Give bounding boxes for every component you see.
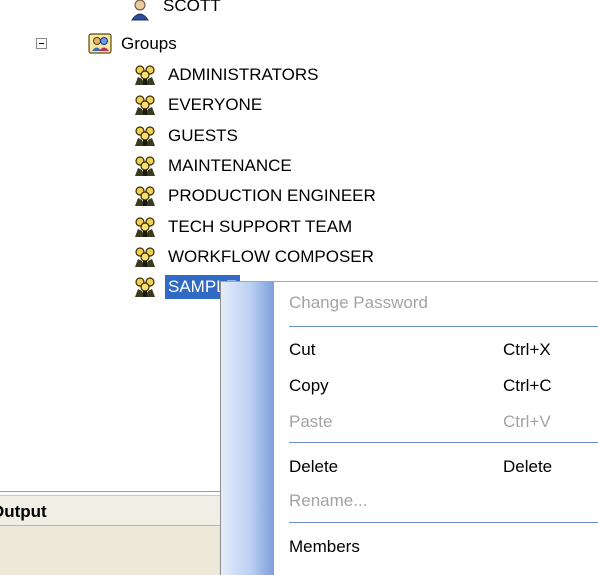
menu-item-label: Delete: [289, 457, 339, 476]
tree-item-label: ADMINISTRATORS: [168, 65, 319, 84]
group-icon: [133, 275, 157, 299]
menu-item-shortcut: Ctrl+X: [503, 340, 551, 359]
menu-item-label: Paste: [289, 412, 333, 431]
group-icon: [133, 245, 157, 269]
tree-item-group[interactable]: GUESTS: [133, 122, 241, 150]
menu-item-label: Cut: [289, 340, 316, 359]
menu-separator: [289, 442, 598, 443]
menu-item-members[interactable]: Members: [274, 529, 598, 565]
menu-item-label: Copy: [289, 376, 329, 395]
menu-item-copy[interactable]: Copy Ctrl+C: [274, 368, 598, 404]
user-icon: [128, 0, 152, 22]
tree-item-label: PRODUCTION ENGINEER: [168, 186, 376, 206]
menu-separator: [289, 326, 598, 327]
menu-item-label: Change Password: [289, 293, 428, 312]
tree-item-group[interactable]: MAINTENANCE: [133, 152, 295, 180]
group-icon: [133, 93, 157, 117]
menu-item-delete[interactable]: Delete Delete: [274, 449, 598, 485]
tree-item-label: GUESTS: [168, 125, 238, 145]
menu-item-rename[interactable]: Rename...: [274, 483, 598, 519]
tree-item-group[interactable]: WORKFLOW COMPOSER: [133, 243, 377, 271]
menu-item-label: Rename...: [289, 491, 368, 510]
tree-item-label: Groups: [121, 34, 177, 53]
groups-collapse-toggle[interactable]: [36, 38, 47, 49]
tree-item-group[interactable]: TECH SUPPORT TEAM: [133, 213, 355, 241]
group-icon: [133, 215, 157, 239]
output-panel-title: Output: [0, 502, 47, 521]
menu-item-paste[interactable]: Paste Ctrl+V: [274, 404, 598, 440]
tree-item-label: WORKFLOW COMPOSER: [168, 246, 374, 266]
tree-item-group[interactable]: ADMINISTRATORS: [133, 61, 322, 89]
menu-item-change-password[interactable]: Change Password: [274, 285, 598, 321]
tree-item-group[interactable]: EVERYONE: [133, 91, 265, 119]
tree-item-label: MAINTENANCE: [168, 155, 292, 175]
group-icon: [133, 63, 157, 87]
group-icon: [133, 154, 157, 178]
tree-item-label: SCOTT: [163, 0, 221, 15]
groups-folder-icon: [88, 32, 112, 56]
menu-separator: [289, 522, 598, 523]
context-menu-gutter: [221, 282, 274, 575]
tree-item-group[interactable]: PRODUCTION ENGINEER: [133, 182, 379, 210]
context-menu: Change Password Cut Ctrl+X Copy Ctrl+C Paste C…: [220, 281, 598, 575]
tree-item-label: TECH SUPPORT TEAM: [168, 216, 353, 236]
group-icon: [133, 124, 157, 148]
tree-item-label: EVERYONE: [168, 95, 263, 115]
tree-item-user-scott[interactable]: SCOTT: [128, 0, 224, 24]
menu-item-shortcut: Ctrl+C: [503, 376, 552, 395]
menu-item-shortcut: Delete: [503, 457, 553, 476]
menu-item-label: Members: [289, 537, 360, 556]
menu-item-shortcut: Ctrl+V: [503, 412, 551, 431]
tree-item-groups[interactable]: Groups: [88, 30, 180, 58]
group-icon: [133, 184, 157, 208]
menu-item-cut[interactable]: Cut Ctrl+X: [274, 332, 598, 368]
